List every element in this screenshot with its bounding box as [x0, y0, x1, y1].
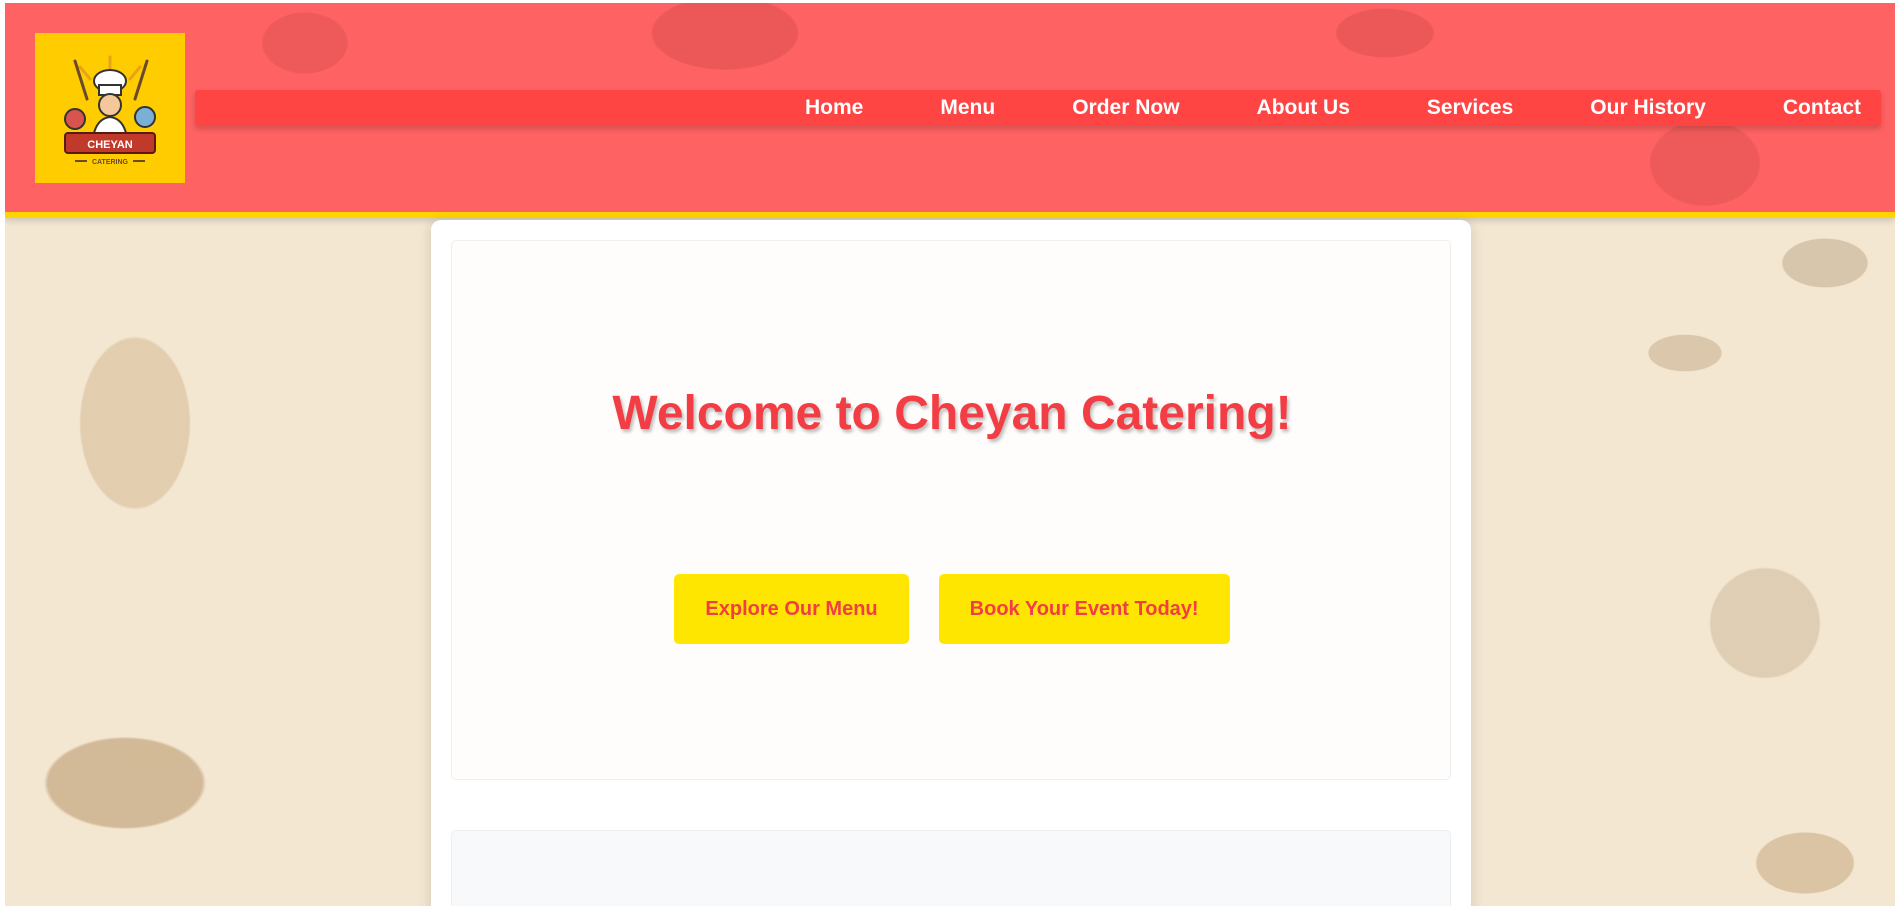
logo-sub-text: CATERING — [92, 159, 129, 166]
hero-button-row: Explore Our Menu Book Your Event Today! — [452, 574, 1452, 644]
hero-section: Welcome to Cheyan Catering! Explore Our … — [451, 240, 1451, 780]
main-content-card: Welcome to Cheyan Catering! Explore Our … — [431, 220, 1471, 906]
nav-item-about-us[interactable]: About Us — [1237, 90, 1370, 126]
main-navigation: Home Menu Order Now About Us Services Ou… — [195, 90, 1881, 126]
nav-item-home[interactable]: Home — [785, 90, 883, 126]
nav-list: Home Menu Order Now About Us Services Ou… — [785, 90, 1881, 126]
hero-title: Welcome to Cheyan Catering! — [612, 387, 1292, 440]
page: CHEYAN CATERING Home Menu Order Now Abou… — [5, 3, 1895, 906]
explore-menu-button[interactable]: Explore Our Menu — [674, 574, 909, 644]
logo-brand-text: CHEYAN — [87, 139, 132, 151]
site-logo[interactable]: CHEYAN CATERING — [35, 33, 185, 183]
nav-item-menu[interactable]: Menu — [920, 90, 1015, 126]
nav-item-contact[interactable]: Contact — [1763, 90, 1881, 126]
nav-item-order-now[interactable]: Order Now — [1052, 90, 1199, 126]
next-section — [451, 830, 1451, 906]
site-header: CHEYAN CATERING Home Menu Order Now Abou… — [5, 3, 1895, 218]
chef-logo-icon: CHEYAN CATERING — [64, 55, 156, 166]
nav-item-services[interactable]: Services — [1407, 90, 1533, 126]
nav-item-our-history[interactable]: Our History — [1570, 90, 1726, 126]
book-event-button[interactable]: Book Your Event Today! — [938, 574, 1230, 644]
